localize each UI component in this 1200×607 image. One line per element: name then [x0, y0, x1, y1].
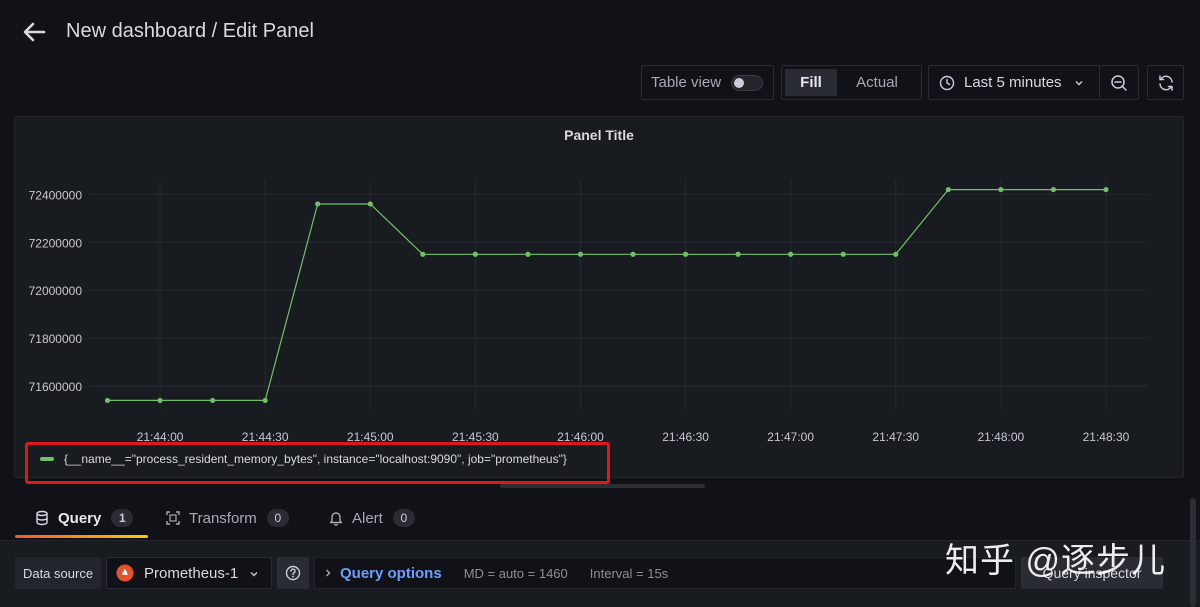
- time-range-label: Last 5 minutes: [964, 74, 1062, 91]
- help-button[interactable]: [277, 557, 309, 589]
- chevron-down-icon: [250, 572, 258, 577]
- query-options[interactable]: Query options MD = auto = 1460 Interval …: [314, 557, 1016, 589]
- chevron-down-icon: [1075, 80, 1083, 85]
- data-source-label: Data source: [15, 557, 101, 589]
- table-view-switch[interactable]: [731, 75, 763, 91]
- watermark: 知乎 @逐步儿: [945, 542, 1166, 580]
- tab-alert-label: Alert: [352, 509, 383, 527]
- table-view-toggle[interactable]: Table view: [641, 65, 774, 100]
- top-bar: New dashboard / Edit Panel: [0, 0, 1200, 64]
- tab-alert-count: 0: [392, 509, 415, 527]
- legend-label: {__name__="process_resident_memory_bytes…: [64, 452, 567, 466]
- fill-actual-toggle: Fill Actual: [781, 65, 922, 100]
- chevron-right-icon: [326, 569, 331, 577]
- active-tab-indicator: [15, 535, 148, 538]
- table-view-label: Table view: [651, 74, 722, 91]
- panel-title[interactable]: Panel Title: [15, 127, 1183, 143]
- legend-swatch: [40, 457, 54, 461]
- tab-alert[interactable]: Alert 0: [328, 498, 415, 538]
- legend-item[interactable]: {__name__="process_resident_memory_bytes…: [40, 451, 567, 467]
- data-source-picker[interactable]: Prometheus-1: [106, 557, 272, 589]
- refresh-button[interactable]: [1147, 65, 1184, 100]
- transform-icon: [166, 511, 180, 525]
- back-arrow-icon[interactable]: [20, 18, 48, 46]
- panel: Panel Title: [14, 116, 1184, 478]
- question-circle-icon: [285, 565, 301, 581]
- refresh-icon: [1158, 74, 1173, 91]
- tab-transform-label: Transform: [189, 509, 257, 527]
- page-title: New dashboard / Edit Panel: [66, 20, 314, 42]
- database-icon: [36, 510, 48, 526]
- tab-query[interactable]: Query 1: [34, 498, 134, 538]
- horizontal-scrollbar[interactable]: [500, 484, 705, 488]
- interval-info: Interval = 15s: [589, 565, 669, 581]
- query-options-label: Query options: [340, 564, 442, 582]
- tab-query-label: Query: [58, 509, 102, 527]
- tab-transform[interactable]: Transform 0: [165, 498, 289, 538]
- vertical-scrollbar[interactable]: [1190, 498, 1196, 607]
- tab-transform-count: 0: [266, 509, 289, 527]
- clock-icon: [939, 75, 955, 90]
- bell-icon: [329, 512, 343, 526]
- time-range-picker[interactable]: Last 5 minutes: [928, 65, 1100, 100]
- fill-button[interactable]: Fill: [785, 69, 837, 96]
- actual-button[interactable]: Actual: [837, 69, 917, 96]
- zoom-out-icon: [1111, 74, 1127, 91]
- max-data-points-info: MD = auto = 1460: [463, 565, 568, 581]
- data-source-value: Prometheus-1: [144, 564, 239, 582]
- zoom-out-button[interactable]: [1100, 65, 1139, 100]
- tab-query-count: 1: [111, 509, 134, 527]
- prometheus-logo-icon: [116, 564, 134, 582]
